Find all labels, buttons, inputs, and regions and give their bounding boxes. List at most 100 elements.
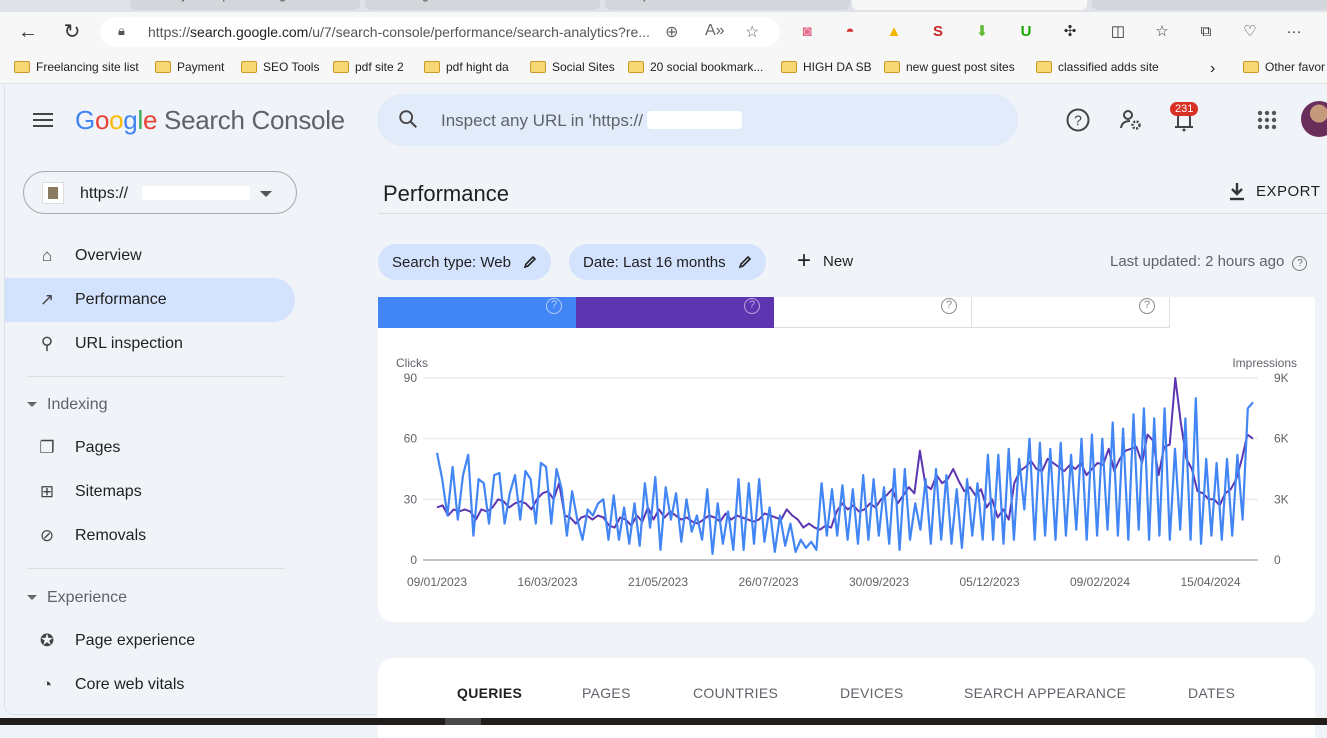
bookmark-folder[interactable]: Payment	[155, 60, 224, 74]
help-icon[interactable]: ?	[1065, 107, 1091, 133]
address-bar[interactable]: 🔒︎ https://search.google.com/u/7/search-…	[100, 17, 780, 47]
pokeball-ext-icon[interactable]: ◓	[840, 22, 860, 42]
browser-tab-active[interactable]: Performance	[852, 0, 1087, 10]
sidebar-item-url-inspection[interactable]: ⚲ URL inspection	[5, 322, 295, 366]
google-search-console-logo[interactable]: Google Search Console	[75, 105, 345, 136]
reload-icon[interactable]: ↻	[60, 20, 84, 44]
hamburger-menu-icon[interactable]	[33, 113, 53, 127]
favorite-star-icon[interactable]: ☆	[745, 22, 759, 42]
section-indexing[interactable]: Indexing	[27, 396, 108, 414]
collections-icon[interactable]: ⧉	[1196, 22, 1216, 42]
screenshot-ext-icon[interactable]: ◙	[797, 22, 817, 42]
folder-icon	[884, 61, 900, 73]
help-icon[interactable]: ?	[744, 298, 760, 314]
browser-health-icon[interactable]: ♡	[1240, 22, 1260, 42]
export-button[interactable]: EXPORT	[1228, 181, 1320, 201]
divider	[27, 568, 285, 569]
help-icon[interactable]: ?	[546, 298, 562, 314]
folder-icon	[1036, 61, 1052, 73]
more-icon[interactable]: ···	[1284, 22, 1304, 42]
sidebar-item-core-web-vitals[interactable]: ◔ Core web vitals	[5, 663, 295, 707]
property-selector[interactable]: https://	[23, 171, 297, 214]
bookmark-folder[interactable]: 20 social bookmark...	[628, 60, 763, 74]
tab-queries[interactable]: QUERIES	[457, 685, 522, 701]
yellow-ext-icon[interactable]: ▲	[884, 22, 904, 42]
filter-chip-search-type[interactable]: Search type: Web	[378, 244, 551, 280]
bookmark-folder[interactable]: Other favor	[1243, 60, 1325, 74]
tab-dates[interactable]: DATES	[1188, 685, 1235, 701]
section-experience[interactable]: Experience	[27, 589, 127, 607]
u-ext-icon[interactable]: U	[1016, 22, 1036, 42]
browser-tab[interactable]: Manage Services - SEO Clerks	[365, 0, 600, 10]
puzzle-extensions-icon[interactable]: ✣	[1060, 22, 1080, 42]
sidebar-item-sitemaps[interactable]: ⊞ Sitemaps	[5, 470, 295, 514]
collapse-caret-icon	[27, 402, 37, 408]
search-icon: ⚲	[40, 334, 54, 353]
back-arrow-icon[interactable]: ←	[16, 20, 40, 44]
new-filter-button[interactable]: + New	[797, 249, 853, 273]
sitemap-icon: ⊞	[39, 482, 55, 501]
metric-card-impressions[interactable]: ?	[576, 297, 774, 328]
x-tick: 30/09/2023	[849, 575, 909, 589]
help-icon[interactable]: ?	[1139, 298, 1155, 314]
browser-tab[interactable]: Upwork	[605, 0, 850, 10]
page-experience-icon: ✪	[39, 631, 55, 650]
favorites-icon[interactable]: ☆	[1152, 22, 1172, 42]
folder-icon	[241, 61, 257, 73]
sidebar-item-performance[interactable]: ↗ Performance	[5, 278, 295, 322]
folder-icon	[530, 61, 546, 73]
bookmark-folder[interactable]: pdf site 2	[333, 60, 404, 74]
bookmark-folder[interactable]: Social Sites	[530, 60, 615, 74]
apps-grid-icon[interactable]	[1254, 107, 1280, 133]
lock-icon: 🔒︎	[118, 23, 125, 38]
notification-count-badge: 231	[1170, 102, 1199, 116]
divider	[378, 213, 1327, 214]
tab-search-appearance[interactable]: SEARCH APPEARANCE	[964, 685, 1126, 701]
user-settings-icon[interactable]	[1118, 107, 1144, 133]
bookmark-folder[interactable]: pdf hight da	[424, 60, 509, 74]
help-icon[interactable]: ?	[941, 298, 957, 314]
user-avatar[interactable]	[1301, 101, 1327, 137]
metric-card-position[interactable]: ?	[972, 297, 1170, 328]
help-icon[interactable]: ?	[1292, 256, 1308, 271]
read-aloud-icon[interactable]: A»	[705, 22, 725, 40]
folder-icon	[424, 61, 440, 73]
taskbar-item[interactable]	[445, 718, 481, 725]
bookmark-folder[interactable]: new guest post sites	[884, 60, 1015, 74]
edit-pencil-icon	[523, 255, 537, 269]
bookmark-folder[interactable]: HIGH DA SB	[781, 60, 872, 74]
browser-tab-strip: rankyourlink | Search Engine ... Manage …	[0, 0, 1327, 12]
y-axis-left-label: Clicks	[396, 356, 428, 370]
tab-countries[interactable]: COUNTRIES	[693, 685, 778, 701]
sidebar-item-removals[interactable]: ⊘ Removals	[5, 514, 295, 558]
browser-tab[interactable]	[1092, 0, 1327, 10]
tab-pages[interactable]: PAGES	[582, 685, 631, 701]
dimension-tabs-card: QUERIES PAGES COUNTRIES DEVICES SEARCH A…	[378, 658, 1315, 738]
metric-card-clicks[interactable]: ?	[378, 297, 576, 328]
bookmark-folder[interactable]: classified adds site	[1036, 60, 1159, 74]
y-tick-right: 0	[1274, 553, 1281, 567]
sidebar-item-pages[interactable]: ❐ Pages	[5, 426, 295, 470]
download-ext-icon[interactable]: ⬇	[972, 22, 992, 42]
performance-chart-card: ? ? ? ? Clicks Impressions 0 0 30 3K 60 6K 90 9…	[378, 297, 1315, 622]
main-content: Inspect any URL in 'https://' ? 231 Perf…	[376, 85, 1327, 738]
url-inspect-search[interactable]: Inspect any URL in 'https://'	[377, 94, 1018, 146]
seo-ext-icon[interactable]: S	[928, 22, 948, 42]
sidebar-item-page-experience[interactable]: ✪ Page experience	[5, 619, 295, 663]
sidebar-item-overview[interactable]: ⌂ Overview	[5, 234, 295, 278]
x-tick: 09/02/2024	[1070, 575, 1130, 589]
last-updated-text: Last updated: 2 hours ago ?	[1110, 253, 1308, 271]
x-tick: 15/04/2024	[1180, 575, 1240, 589]
series-line-clicks	[435, 397, 1254, 555]
tab-devices[interactable]: DEVICES	[840, 685, 904, 701]
split-screen-icon[interactable]: ◫	[1108, 22, 1128, 42]
performance-line-chart[interactable]: Clicks Impressions 0 0 30 3K 60 6K 90 9K 09/01/2…	[378, 347, 1315, 607]
filter-chip-date[interactable]: Date: Last 16 months	[569, 244, 766, 280]
browser-tab[interactable]: rankyourlink | Search Engine ...	[130, 0, 360, 10]
dropdown-caret-icon	[260, 191, 272, 197]
bookmark-folder[interactable]: SEO Tools	[241, 60, 319, 74]
bookmark-folder[interactable]: Freelancing site list	[14, 60, 139, 74]
metric-card-ctr[interactable]: ?	[774, 297, 972, 328]
bookmarks-overflow-chevron-icon[interactable]: ›	[1210, 60, 1215, 78]
zoom-icon[interactable]: ⊕	[665, 22, 678, 42]
